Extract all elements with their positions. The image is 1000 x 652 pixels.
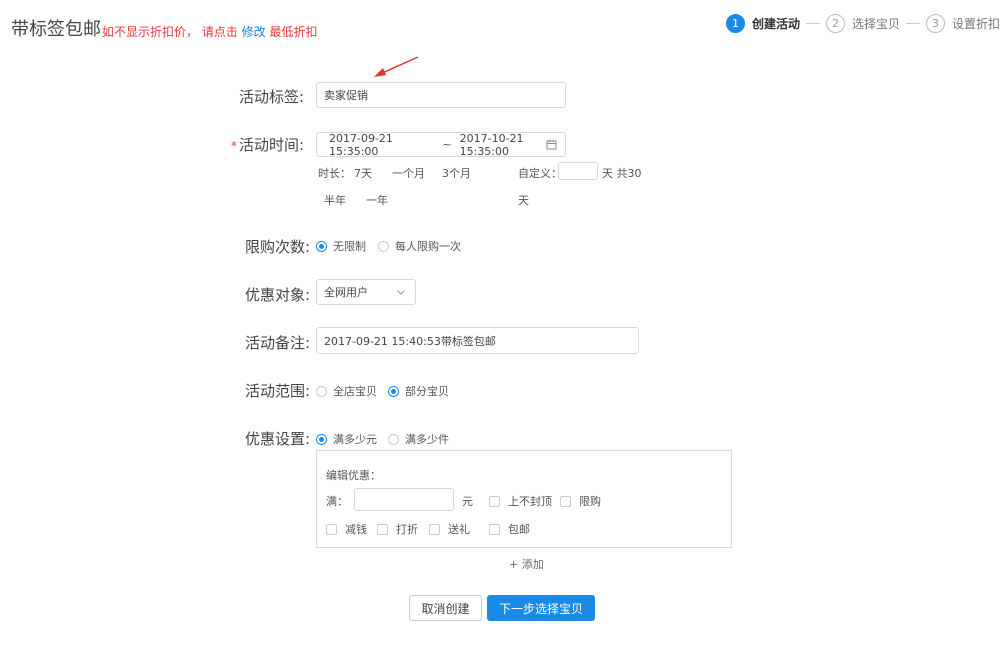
step-set-discount: 3 设置折扣: [926, 14, 1000, 33]
cancel-create-button[interactable]: 取消创建: [409, 595, 482, 621]
radio-label: 全店宝贝: [333, 385, 377, 398]
radio-label: 部分宝贝: [405, 385, 449, 398]
limit-option-unlimited[interactable]: 无限制: [316, 238, 366, 254]
activity-tag-value: 卖家促销: [324, 89, 368, 102]
activity-tag-input[interactable]: 卖家促销: [316, 82, 566, 108]
activity-tag-label: 活动标签:: [238, 88, 304, 106]
checkbox-icon: [560, 495, 571, 507]
step-number: 2: [826, 14, 845, 33]
discount-edit-panel: 编辑优惠： 满： 元 上不封顶 限购 减钱 打折 送礼 包邮: [316, 450, 732, 548]
activity-note-input[interactable]: 2017-09-21 15:40:53带标签包邮: [316, 327, 639, 354]
custom-duration-suffix: 天 共30: [602, 167, 642, 180]
checkbox-icon: [377, 523, 388, 535]
radio-selected-icon: [316, 240, 327, 252]
checkbox-label: 上不封顶: [508, 495, 552, 508]
checkbox-no-cap[interactable]: 上不封顶: [489, 493, 552, 509]
full-amount-input[interactable]: [354, 488, 454, 511]
hint-prefix: 如不显示折扣价， 请点击: [102, 25, 238, 39]
duration-7days[interactable]: 7天: [354, 165, 372, 181]
custom-days-input[interactable]: [558, 162, 598, 180]
edit-discount-title: 编辑优惠：: [326, 469, 381, 482]
full-amount-label: 满：: [326, 495, 348, 508]
time-start: 2017-09-21 15:35:00: [329, 131, 393, 158]
discount-option-quantity[interactable]: 满多少件: [388, 431, 449, 447]
step-number: 3: [926, 14, 945, 33]
custom-duration-label: 自定义：: [518, 167, 562, 180]
checkbox-free-shipping[interactable]: 包邮: [489, 521, 530, 537]
radio-unselected-icon: [316, 385, 327, 397]
radio-label: 无限制: [333, 240, 366, 253]
calendar-icon: [546, 140, 557, 150]
scope-option-all[interactable]: 全店宝贝: [316, 383, 377, 399]
discount-target-value: 全网用户: [324, 286, 368, 299]
checkbox-icon: [489, 523, 500, 535]
activity-note-value: 2017-09-21 15:40:53带标签包邮: [324, 334, 496, 348]
duration-1month[interactable]: 一个月: [392, 165, 425, 181]
chevron-down-icon: [397, 290, 405, 295]
amount-unit: 元: [462, 495, 473, 508]
radio-label: 每人限购一次: [395, 240, 461, 253]
activity-time-label-text: 活动时间:: [238, 136, 304, 154]
duration-label: 时长：: [318, 167, 351, 180]
arrow-annotation-icon: [374, 56, 419, 77]
checkbox-limit-purchase[interactable]: 限购: [560, 493, 601, 509]
checkbox-label: 打折: [396, 523, 418, 536]
activity-scope-label: 活动范围:: [244, 382, 310, 400]
radio-selected-icon: [316, 433, 327, 445]
checkbox-label: 包邮: [508, 523, 530, 536]
purchase-limit-label: 限购次数:: [244, 238, 310, 256]
limit-option-once[interactable]: 每人限购一次: [378, 238, 461, 254]
step-progress: 1 创建活动 2 选择宝贝 3 设置折扣: [726, 14, 1000, 33]
required-mark: *: [230, 139, 237, 153]
custom-duration-unit: 天: [518, 194, 529, 207]
checkbox-label: 减钱: [345, 523, 367, 536]
time-separator: ~: [442, 138, 452, 151]
checkbox-icon: [489, 495, 500, 507]
duration-1year[interactable]: 一年: [366, 192, 388, 208]
step-divider: [806, 23, 820, 24]
step-create-activity: 1 创建活动: [726, 14, 800, 33]
step-label: 选择宝贝: [852, 17, 901, 31]
checkbox-label: 送礼: [448, 523, 470, 536]
step-label: 设置折扣: [952, 17, 1000, 31]
radio-unselected-icon: [388, 433, 399, 445]
discount-target-label: 优惠对象:: [244, 286, 310, 304]
activity-note-label: 活动备注:: [244, 334, 310, 352]
checkbox-reduce-money[interactable]: 减钱: [326, 521, 367, 537]
next-select-items-button[interactable]: 下一步选择宝贝: [487, 595, 595, 621]
radio-label: 满多少件: [405, 433, 449, 446]
radio-label: 满多少元: [333, 433, 377, 446]
scope-option-partial[interactable]: 部分宝贝: [388, 383, 449, 399]
checkbox-discount[interactable]: 打折: [377, 521, 418, 537]
step-divider: [906, 23, 920, 24]
discount-target-select[interactable]: 全网用户: [316, 279, 416, 305]
step-label: 创建活动: [752, 17, 801, 31]
discount-settings-label: 优惠设置:: [244, 430, 310, 448]
discount-hint: 如不显示折扣价， 请点击 修改 最低折扣: [102, 23, 318, 40]
hint-suffix: 最低折扣: [269, 25, 318, 39]
page-title: 带标签包邮: [11, 19, 101, 40]
radio-unselected-icon: [378, 240, 389, 252]
duration-3months[interactable]: 3个月: [442, 165, 471, 181]
checkbox-icon: [429, 523, 440, 535]
add-discount-button[interactable]: + 添加: [509, 556, 544, 572]
step-number: 1: [726, 14, 745, 33]
duration-half-year[interactable]: 半年: [324, 192, 346, 208]
checkbox-label: 限购: [579, 495, 601, 508]
radio-selected-icon: [388, 385, 399, 397]
checkbox-icon: [326, 523, 337, 535]
step-select-items: 2 选择宝贝: [826, 14, 900, 33]
activity-time-range-input[interactable]: 2017-09-21 15:35:00 ~ 2017-10-21 15:35:0…: [316, 131, 566, 158]
checkbox-gift[interactable]: 送礼: [429, 521, 470, 537]
activity-time-label: * 活动时间:: [204, 134, 304, 155]
modify-link[interactable]: 修改: [242, 25, 266, 39]
discount-option-amount[interactable]: 满多少元: [316, 431, 377, 447]
